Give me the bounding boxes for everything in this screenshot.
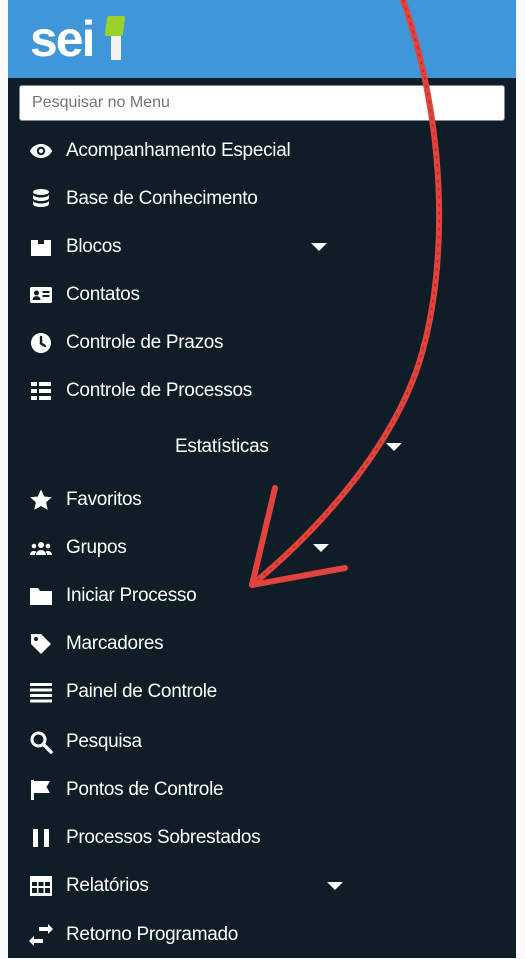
logo-accent — [104, 16, 126, 36]
clock-icon — [29, 331, 53, 355]
menu-item-blocos[interactable]: Blocos — [8, 223, 516, 271]
menu-item-label: Grupos — [66, 537, 127, 558]
users-group-icon — [29, 536, 53, 560]
menu-item-label: Estatísticas — [175, 436, 269, 457]
menu-item-marcadores[interactable]: Marcadores — [8, 620, 516, 668]
menu-item-processos-sobrestados[interactable]: Processos Sobrestados — [8, 814, 516, 862]
star-icon — [29, 488, 53, 512]
menu-item-iniciar-processo[interactable]: Iniciar Processo — [8, 572, 516, 620]
list-grid-icon — [29, 379, 53, 403]
chevron-down-icon[interactable] — [311, 243, 327, 251]
menu-item-pontos-de-controle[interactable]: Pontos de Controle — [8, 766, 516, 814]
database-icon — [29, 187, 53, 211]
menu-search-input[interactable] — [19, 85, 505, 121]
search-icon — [29, 730, 53, 754]
menu-item-label: Iniciar Processo — [66, 585, 197, 606]
menu-item-label: Marcadores — [66, 633, 164, 654]
eye-icon — [29, 139, 53, 163]
menu-item-label: Blocos — [66, 236, 122, 257]
menu-item-controle-de-prazos[interactable]: Controle de Prazos — [8, 319, 516, 367]
menu-item-controle-de-processos[interactable]: Controle de Processos — [8, 367, 516, 415]
table-icon — [29, 874, 53, 898]
sidebar-panel: sei Acompanhamento Especial Base de Conh… — [8, 0, 516, 958]
menu-item-painel-de-controle[interactable]: Painel de Controle — [8, 668, 516, 716]
menu-item-label: Retorno Programado — [66, 924, 239, 945]
menu-item-favoritos[interactable]: Favoritos — [8, 476, 516, 524]
chevron-down-icon[interactable] — [327, 882, 343, 890]
chevron-down-icon[interactable] — [386, 443, 402, 451]
menu-item-base-de-conhecimento[interactable]: Base de Conhecimento — [8, 175, 516, 223]
folder-icon — [29, 584, 53, 608]
menu-item-grupos[interactable]: Grupos — [8, 524, 516, 572]
menu-item-label: Pesquisa — [66, 731, 142, 752]
menu-item-label: Pontos de Controle — [66, 779, 224, 800]
app-header: sei — [8, 0, 516, 78]
menu-item-pesquisa[interactable]: Pesquisa — [8, 718, 516, 766]
menu-item-estatisticas[interactable]: Estatísticas — [8, 423, 516, 471]
menu-item-label: Processos Sobrestados — [66, 827, 261, 848]
swap-arrows-icon — [29, 923, 53, 947]
menu-item-label: Acompanhamento Especial — [66, 140, 291, 161]
blocks-icon — [29, 235, 53, 259]
menu-item-label: Contatos — [66, 284, 140, 305]
chevron-down-icon[interactable] — [313, 544, 329, 552]
tag-icon — [29, 632, 53, 656]
menu-item-acompanhamento-especial[interactable]: Acompanhamento Especial — [8, 127, 516, 175]
flag-icon — [29, 778, 53, 802]
menu-item-label: Favoritos — [66, 489, 142, 510]
menu-item-label: Painel de Controle — [66, 681, 217, 702]
menu-item-contatos[interactable]: Contatos — [8, 271, 516, 319]
menu-item-label: Controle de Processos — [66, 380, 252, 401]
menu-item-label: Controle de Prazos — [66, 332, 224, 353]
pause-icon — [29, 826, 53, 850]
menu-lines-icon — [29, 680, 53, 704]
menu-item-label: Base de Conhecimento — [66, 188, 258, 209]
menu-item-label: Relatórios — [66, 875, 149, 896]
sei-logo[interactable]: sei — [30, 14, 96, 64]
contact-card-icon — [29, 283, 53, 307]
menu-item-relatorios[interactable]: Relatórios — [8, 862, 516, 910]
menu-item-retorno-programado[interactable]: Retorno Programado — [8, 911, 516, 959]
